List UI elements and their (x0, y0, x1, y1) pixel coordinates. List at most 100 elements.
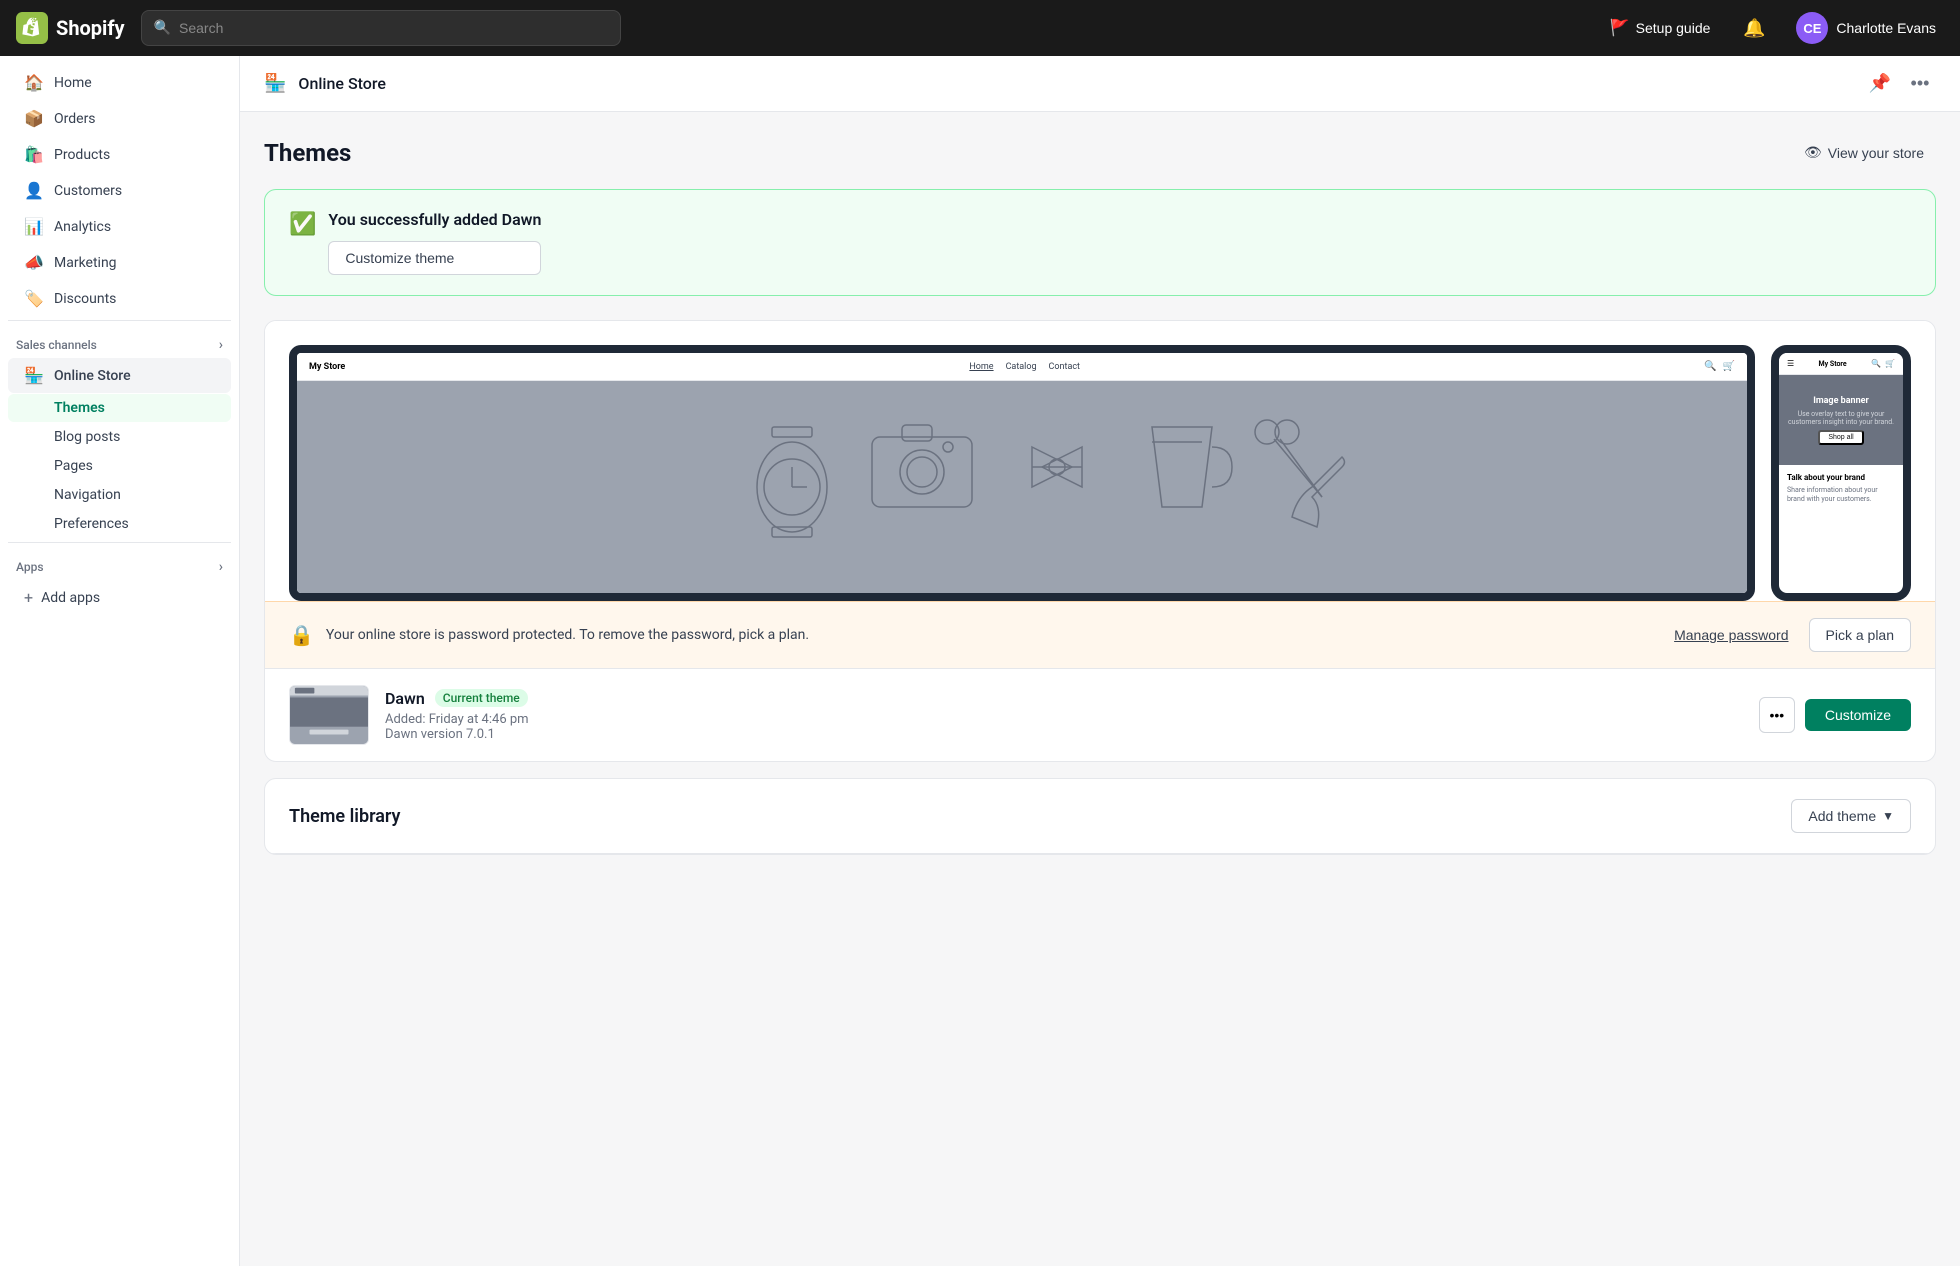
sidebar-item-products[interactable]: 🛍️ Products (8, 137, 231, 172)
sidebar-sub-item-themes[interactable]: Themes (8, 394, 231, 422)
page-header-title: Online Store (298, 74, 386, 93)
more-actions-icon: ••• (1770, 707, 1785, 723)
sidebar-divider-2 (8, 542, 231, 543)
desktop-nav-catalog: Catalog (1006, 362, 1037, 372)
top-navigation: shopify 🔍 🚩 Setup guide 🔔 CE Charlotte E… (0, 0, 1960, 56)
mobile-preview-header: ☰ My Store 🔍 🛒 (1779, 353, 1903, 375)
mobile-search-icon: 🔍 (1871, 359, 1881, 368)
manage-password-button[interactable]: Manage password (1666, 627, 1796, 643)
discounts-icon: 🏷️ (24, 289, 44, 308)
mobile-cart-icon: 🛒 (1885, 359, 1895, 368)
customize-theme-button[interactable]: Customize theme (328, 241, 541, 275)
desktop-preview-header: My Store Home Catalog Contact 🔍 🛒 (297, 353, 1747, 381)
mobile-logo: My Store (1819, 360, 1847, 368)
main-layout: 🏠 Home 📦 Orders 🛍️ Products 👤 Customers … (0, 56, 1960, 1266)
theme-library-header: Theme library Add theme ▼ (265, 779, 1935, 854)
chevron-down-icon: ▼ (1882, 809, 1894, 823)
success-banner: ✅ You successfully added Dawn Customize … (264, 189, 1936, 296)
theme-preview-desktop: My Store Home Catalog Contact 🔍 🛒 (289, 345, 1755, 601)
setup-guide-button[interactable]: 🚩 Setup guide (1600, 12, 1721, 44)
mobile-section-title: Talk about your brand (1787, 473, 1895, 482)
theme-preview-card: My Store Home Catalog Contact 🔍 🛒 (264, 320, 1936, 762)
mobile-brand-section: Talk about your brand Share information … (1779, 465, 1903, 512)
sidebar-item-customers[interactable]: 👤 Customers (8, 173, 231, 208)
sidebar-sub-item-preferences[interactable]: Preferences (8, 510, 231, 538)
search-bar[interactable]: 🔍 (141, 10, 621, 46)
search-icon: 🔍 (154, 20, 171, 36)
flag-icon: 🚩 (1610, 18, 1630, 38)
add-apps-item[interactable]: + Add apps (8, 580, 231, 615)
sidebar-item-online-store[interactable]: 🏪 Online Store (8, 358, 231, 393)
password-warning-text: Your online store is password protected.… (326, 627, 1654, 643)
marketing-icon: 📣 (24, 253, 44, 272)
cart-preview-icon: 🛒 (1723, 361, 1735, 372)
theme-version: Dawn version 7.0.1 (385, 727, 1743, 742)
sidebar-item-discounts[interactable]: 🏷️ Discounts (8, 281, 231, 316)
online-store-header-icon: 🏪 (264, 73, 286, 94)
desktop-nav: Home Catalog Contact (969, 362, 1080, 372)
shopify-logo[interactable]: shopify (16, 12, 125, 44)
desktop-preview-content: My Store Home Catalog Contact 🔍 🛒 (297, 353, 1747, 593)
sidebar-item-home[interactable]: 🏠 Home (8, 65, 231, 100)
theme-customize-button[interactable]: Customize (1805, 699, 1911, 731)
user-menu-button[interactable]: CE Charlotte Evans (1788, 8, 1944, 48)
success-content: You successfully added Dawn Customize th… (328, 210, 541, 275)
sidebar-divider-1 (8, 320, 231, 321)
add-theme-button[interactable]: Add theme ▼ (1791, 799, 1911, 833)
theme-library-title: Theme library (289, 806, 400, 827)
bell-icon: 🔔 (1743, 18, 1765, 39)
topnav-right: 🚩 Setup guide 🔔 CE Charlotte Evans (1600, 8, 1944, 48)
view-store-button[interactable]: 👁 View your store (1792, 136, 1936, 169)
mobile-cta-button[interactable]: Shop all (1818, 430, 1863, 445)
plus-icon: + (24, 588, 33, 607)
mobile-section-text: Share information about your brand with … (1787, 486, 1895, 504)
themes-page: Themes 👁 View your store ✅ You successfu… (240, 112, 1960, 879)
search-input[interactable] (179, 20, 608, 36)
sidebar-sub-item-pages[interactable]: Pages (8, 452, 231, 480)
success-message: You successfully added Dawn (328, 210, 541, 229)
theme-library-card: Theme library Add theme ▼ (264, 778, 1936, 855)
thumbnail-image (290, 686, 368, 744)
main-content: 🏪 Online Store 📌 ••• Themes 👁 View your … (240, 56, 1960, 1266)
sidebar-sub-item-blog-posts[interactable]: Blog posts (8, 423, 231, 451)
pick-plan-button[interactable]: Pick a plan (1809, 618, 1911, 652)
sidebar: 🏠 Home 📦 Orders 🛍️ Products 👤 Customers … (0, 56, 240, 1266)
customers-icon: 👤 (24, 181, 44, 200)
page-header-actions: 📌 ••• (1864, 68, 1936, 100)
user-name-label: Charlotte Evans (1836, 20, 1936, 36)
lock-icon: 🔒 (289, 623, 314, 647)
theme-name-row: Dawn Current theme (385, 689, 1743, 708)
brand-label: shopify (56, 16, 125, 40)
success-check-icon: ✅ (289, 212, 316, 237)
mobile-hero-title: Image banner (1813, 396, 1869, 406)
apps-section-label: Apps › (0, 547, 239, 579)
avatar: CE (1796, 12, 1828, 44)
products-icon: 🛍️ (24, 145, 44, 164)
mobile-hamburger-icon: ☰ (1787, 359, 1794, 368)
mobile-hero-sub: Use overlay text to give your customers … (1779, 410, 1903, 426)
theme-preview-area: My Store Home Catalog Contact 🔍 🛒 (265, 321, 1935, 601)
notifications-button[interactable]: 🔔 (1736, 10, 1772, 46)
desktop-icons: 🔍 🛒 (1704, 361, 1735, 372)
sidebar-item-analytics[interactable]: 📊 Analytics (8, 209, 231, 244)
setup-guide-label: Setup guide (1636, 20, 1711, 36)
theme-actions: ••• Customize (1759, 697, 1911, 733)
home-icon: 🏠 (24, 73, 44, 92)
sidebar-item-marketing[interactable]: 📣 Marketing (8, 245, 231, 280)
analytics-icon: 📊 (24, 217, 44, 236)
sidebar-sub-item-navigation[interactable]: Navigation (8, 481, 231, 509)
theme-name: Dawn (385, 689, 425, 708)
hero-sketch-svg (297, 397, 1747, 577)
more-options-button[interactable]: ••• (1904, 68, 1936, 100)
current-theme-badge: Current theme (435, 689, 528, 707)
pin-button[interactable]: 📌 (1864, 68, 1896, 100)
online-store-icon: 🏪 (24, 366, 44, 385)
theme-more-actions-button[interactable]: ••• (1759, 697, 1795, 733)
sidebar-item-orders[interactable]: 📦 Orders (8, 101, 231, 136)
sales-channels-label: Sales channels › (0, 325, 239, 357)
mobile-hero: Image banner Use overlay text to give yo… (1779, 375, 1903, 465)
mobile-preview-content: ☰ My Store 🔍 🛒 Image banner Use overlay … (1779, 353, 1903, 593)
more-icon: ••• (1911, 73, 1930, 94)
search-preview-icon: 🔍 (1704, 361, 1716, 372)
desktop-nav-contact: Contact (1049, 362, 1080, 372)
